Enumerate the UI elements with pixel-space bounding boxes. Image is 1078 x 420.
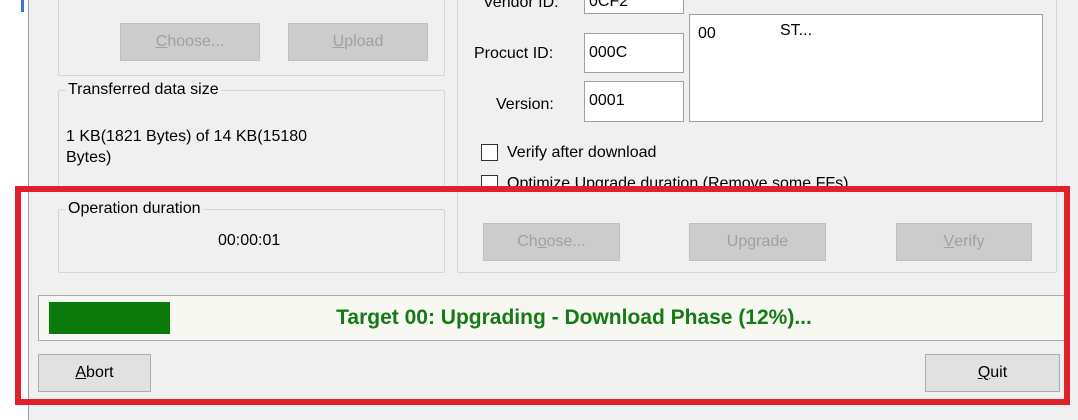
duration-value: 00:00:01 <box>218 232 281 249</box>
vendor-id-value: 0CF2 <box>589 0 629 10</box>
optimize-upgrade-label: Optimize Upgrade duration (Remove some F… <box>507 175 849 186</box>
upgrade-choose-button[interactable]: Ch o ose... <box>483 223 620 261</box>
duration-legend: Operation duration <box>66 200 203 218</box>
verify-after-download-label: Verify after download <box>507 144 657 161</box>
product-id-value: 000C <box>589 44 628 61</box>
upload-mnemonic: U <box>332 33 345 50</box>
quit-mnemonic: Q <box>977 364 991 381</box>
upgrade-rest: rade <box>756 233 789 250</box>
upgrade-button[interactable]: Up g rade <box>689 223 826 261</box>
verify-mnemonic: V <box>943 233 955 250</box>
upload-button[interactable]: Upload <box>288 23 428 61</box>
version-value: 0001 <box>589 92 625 109</box>
upgrade-progress-bar: Target 00: Upgrading - Download Phase (1… <box>38 295 1070 341</box>
upload-choose-mnemonic: C <box>155 33 168 50</box>
abort-mnemonic: A <box>75 364 87 381</box>
target-list[interactable]: 00 ST... <box>689 14 1043 122</box>
upgrade-mnemonic: g <box>747 233 757 250</box>
upload-choose-button[interactable]: Choose... <box>120 23 260 61</box>
abort-rest: bort <box>86 364 114 381</box>
optimize-option-clip: Optimize Upgrade duration (Remove some F… <box>470 168 1030 186</box>
verify-after-download-checkbox[interactable] <box>481 144 498 161</box>
progress-text: Target 00: Upgrading - Download Phase (1… <box>336 306 812 329</box>
verify-rest: erify <box>954 233 985 250</box>
transferred-legend: Transferred data size <box>66 81 221 99</box>
upload-rest: pload <box>344 33 384 50</box>
upgrade-choose-mnemonic: o <box>537 233 547 250</box>
transferred-line1: 1 KB(1821 Bytes) of 14 KB(15180 <box>66 128 308 145</box>
target-list-name: ST... <box>780 22 813 39</box>
abort-button[interactable]: Abort <box>38 354 151 392</box>
product-id-field: 000C <box>584 33 684 73</box>
transferred-line2: Bytes) <box>66 149 112 166</box>
window-left-edge <box>0 0 28 420</box>
optimize-upgrade-checkbox[interactable] <box>481 175 498 186</box>
quit-button[interactable]: Quit <box>925 354 1060 392</box>
verify-button[interactable]: Verify <box>896 223 1032 261</box>
vendor-id-label: Vendor ID: <box>483 0 559 11</box>
upgrade-choose-rest: ose... <box>546 233 586 250</box>
vendor-id-field: 0CF2 <box>584 0 684 14</box>
target-list-id: 00 <box>698 25 716 42</box>
upgrade-prefix: Up <box>726 233 748 250</box>
version-label: Version: <box>496 96 554 113</box>
edge-accent <box>21 0 24 12</box>
upgrade-choose-prefix: Ch <box>517 233 538 250</box>
product-id-label: Procuct ID: <box>474 45 554 62</box>
quit-rest: uit <box>990 364 1008 381</box>
upload-choose-rest: hoose... <box>167 33 225 50</box>
version-field: 0001 <box>584 81 684 122</box>
